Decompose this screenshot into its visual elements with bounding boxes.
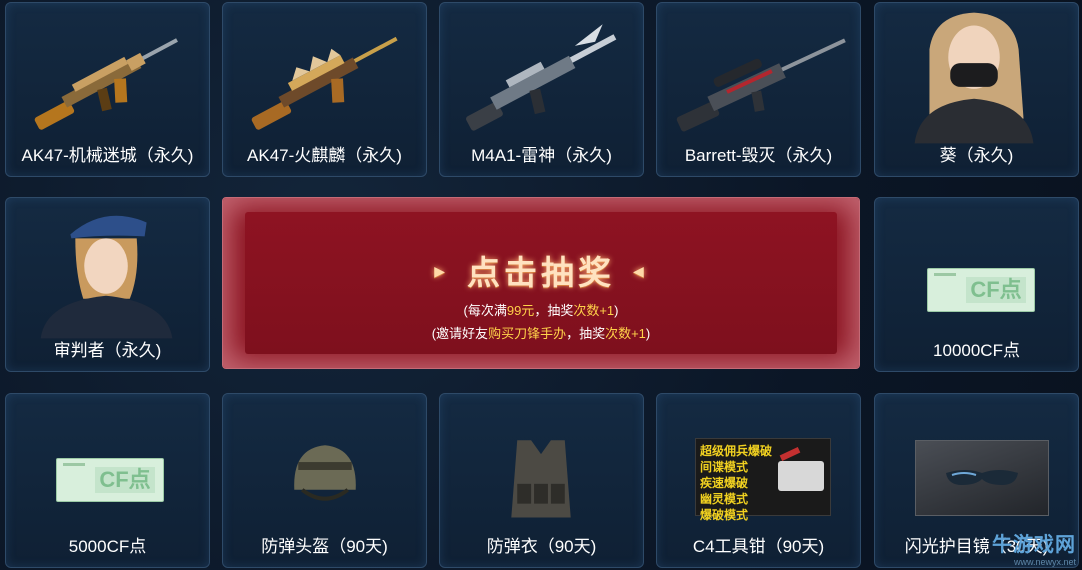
- reward-card-judge: 审判者（永久): [5, 197, 210, 372]
- reward-label: C4工具钳（90天): [692, 537, 825, 556]
- arrow-left-icon: ◀: [633, 262, 648, 279]
- reward-card-ak47-qilin: AK47-火麒麟（永久): [222, 2, 427, 177]
- reward-card-5000cf: CF点 5000CF点: [5, 393, 210, 568]
- reward-label: 防弹衣（90天): [486, 537, 597, 556]
- cf-points-card-icon: CF点: [6, 400, 209, 535]
- reward-label: 10000CF点: [933, 341, 1020, 360]
- lottery-draw-button[interactable]: ▶ 点击抽奖 ◀ (每次满99元，抽奖次数+1) (邀请好友购买刀锋手办，抽奖次数+…: [222, 197, 860, 369]
- character-icon: [875, 9, 1078, 144]
- reward-label: AK47-机械迷城（永久): [21, 146, 194, 165]
- reward-label: AK47-火麒麟（永久): [247, 146, 402, 165]
- site-watermark: 牛游戏网 www.newyx.net: [992, 528, 1076, 567]
- cf-points-card-icon: CF点: [875, 204, 1078, 339]
- helmet-icon: [223, 400, 426, 535]
- reward-card-aoi: 葵（永久): [874, 2, 1079, 177]
- vest-icon: [440, 400, 643, 535]
- reward-label: 葵（永久): [939, 146, 1014, 165]
- rifle-icon: [440, 9, 643, 144]
- reward-label: 5000CF点: [68, 537, 147, 556]
- rifle-icon: [6, 9, 209, 144]
- rifle-icon: [223, 9, 426, 144]
- draw-title: ▶ 点击抽奖 ◀: [434, 254, 648, 291]
- mode-grid: 超级佣兵爆破 间谍模式 疾速爆破 幽灵模式 爆破模式: [700, 444, 773, 522]
- c4-pliers-icon: 超级佣兵爆破 间谍模式 疾速爆破 幽灵模式 爆破模式: [657, 400, 860, 535]
- reward-label: M4A1-雷神（永久): [471, 146, 612, 165]
- reward-card-10000cf: CF点 10000CF点: [874, 197, 1079, 372]
- arrow-right-icon: ▶: [434, 262, 449, 279]
- reward-card-c4-pliers: 超级佣兵爆破 间谍模式 疾速爆破 幽灵模式 爆破模式 C4工具钳（90天): [656, 393, 861, 568]
- reward-label: 审判者（永久): [53, 341, 162, 360]
- character-icon: [6, 204, 209, 339]
- reward-card-m4a1-thor: M4A1-雷神（永久): [439, 2, 644, 177]
- draw-rule-2: (邀请好友购买刀锋手办，抽奖次数+1): [431, 326, 651, 341]
- draw-rule-1: (每次满99元，抽奖次数+1): [463, 303, 619, 318]
- reward-label: 防弹头盔（90天): [261, 537, 388, 556]
- watermark-name: 牛游戏网: [992, 534, 1076, 556]
- reward-card-barrett: Barrett-毁灭（永久): [656, 2, 861, 177]
- reward-card-vest: 防弹衣（90天): [439, 393, 644, 568]
- reward-card-ak47-machine: AK47-机械迷城（永久): [5, 2, 210, 177]
- reward-label: Barrett-毁灭（永久): [684, 146, 833, 165]
- goggles-icon: [875, 400, 1078, 535]
- watermark-url: www.newyx.net: [1013, 557, 1076, 567]
- reward-card-helmet: 防弹头盔（90天): [222, 393, 427, 568]
- sniper-rifle-icon: [657, 9, 860, 144]
